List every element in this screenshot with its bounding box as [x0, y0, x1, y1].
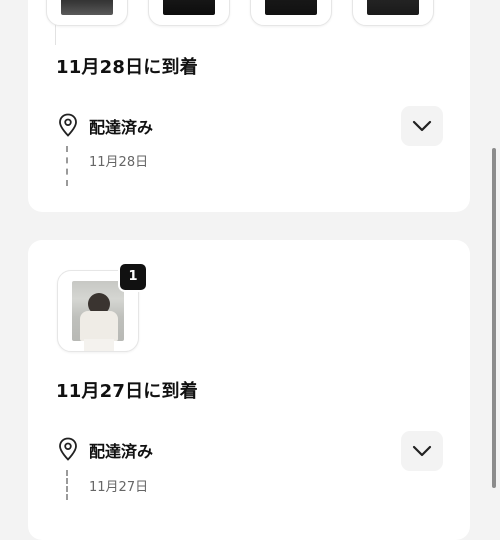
status-label: 配達済み	[89, 118, 154, 137]
arrival-title: 11月27日に到着	[56, 381, 198, 402]
scrollbar[interactable]	[492, 148, 496, 488]
item-thumbnail[interactable]	[46, 0, 128, 26]
item-photo	[61, 0, 113, 15]
model-top	[80, 311, 118, 341]
timeline-dash	[66, 146, 68, 186]
item-thumbnail[interactable]	[148, 0, 230, 26]
arrival-title: 11月28日に到着	[56, 57, 198, 78]
expand-button[interactable]	[401, 106, 443, 146]
item-photo	[163, 0, 215, 15]
item-count-badge: 1	[118, 262, 148, 292]
item-thumbnail[interactable]	[250, 0, 332, 26]
status-label: 配達済み	[89, 442, 154, 461]
model-shorts	[84, 339, 114, 351]
item-photo	[72, 281, 124, 351]
order-card	[28, 0, 470, 212]
status-date: 11月27日	[89, 480, 149, 495]
item-thumbnail[interactable]	[352, 0, 434, 26]
chevron-down-icon	[412, 445, 432, 457]
item-photo	[367, 0, 419, 15]
timeline-dash	[66, 470, 68, 500]
location-pin-icon	[59, 437, 77, 461]
status-date: 11月28日	[89, 155, 149, 170]
item-photo	[265, 0, 317, 15]
chevron-down-icon	[412, 120, 432, 132]
expand-button[interactable]	[401, 431, 443, 471]
location-pin-icon	[59, 113, 77, 137]
